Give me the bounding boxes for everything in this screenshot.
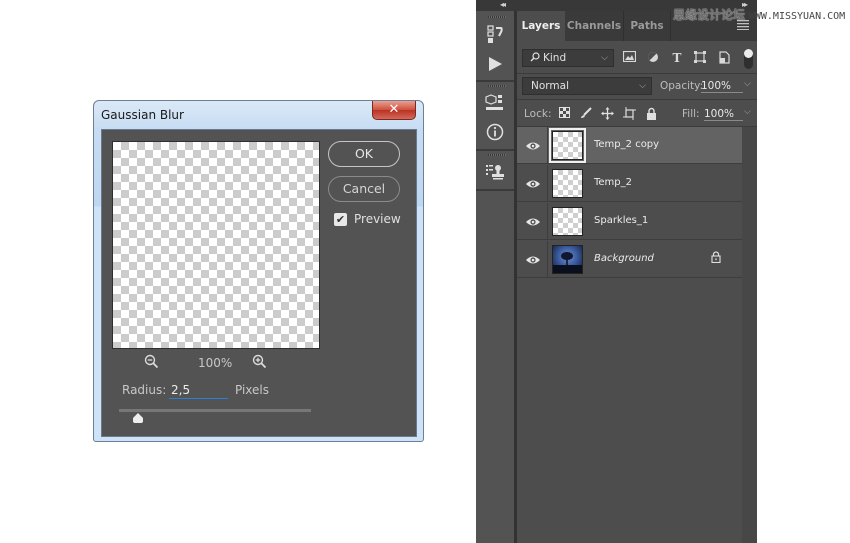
radius-label: Radius:	[122, 383, 167, 397]
divider	[517, 73, 757, 74]
shape-layer-filter-icon[interactable]	[691, 51, 709, 66]
lock-artboard-icon[interactable]	[621, 107, 637, 123]
chevron-down-icon: ⌵	[601, 53, 608, 63]
eye-icon[interactable]	[525, 214, 541, 228]
watermark-url: WWW.MISSYUAN.COM	[748, 11, 846, 22]
blend-mode-dropdown[interactable]: Normal ⌵	[522, 77, 652, 95]
cancel-button[interactable]: Cancel	[328, 176, 400, 202]
zoom-level: 100%	[198, 356, 233, 370]
layer-row[interactable]: Sparkles_1	[517, 203, 742, 240]
layers-scrollbar[interactable]	[742, 127, 757, 543]
layer-name: Temp_2	[594, 177, 633, 188]
preview-label[interactable]: Preview	[354, 212, 401, 226]
type-layer-filter-icon[interactable]: T	[668, 51, 686, 65]
collapse-left-icon[interactable]: ◂◂	[500, 0, 506, 9]
actions-play-icon[interactable]	[476, 56, 514, 76]
ok-button[interactable]: OK	[328, 141, 400, 167]
checkmark-icon: ✔	[335, 213, 346, 226]
zoom-in-icon[interactable]	[252, 354, 267, 373]
layers-list: Temp_2 copy Temp_2 Sparkles_1 Background	[517, 127, 757, 287]
lock-icon[interactable]	[711, 251, 721, 266]
watermark-chinese: 思缘设计论坛	[673, 8, 746, 22]
tab-layers[interactable]: Layers	[517, 11, 565, 41]
tab-channels[interactable]: Channels	[565, 11, 623, 41]
grip-handle[interactable]	[488, 85, 506, 87]
layer-name: Temp_2 copy	[594, 139, 660, 150]
opacity-label: Opacity:	[660, 80, 704, 92]
radius-slider-track[interactable]	[119, 409, 311, 412]
close-button[interactable]: ✕	[372, 101, 416, 120]
lock-transparent-pixels-icon[interactable]	[556, 107, 572, 121]
opacity-chevron-icon[interactable]: ⌵	[744, 79, 751, 89]
close-icon: ✕	[388, 102, 400, 117]
smart-object-filter-icon[interactable]	[715, 51, 733, 67]
eye-column-divider	[547, 127, 548, 164]
fill-chevron-icon[interactable]: ⌵	[744, 107, 751, 117]
watermark: 思缘设计论坛 WWW.MISSYUAN.COM	[673, 6, 845, 23]
radius-input[interactable]	[169, 381, 228, 399]
zoom-out-icon[interactable]	[144, 354, 159, 373]
preview-canvas[interactable]	[112, 141, 320, 349]
search-icon	[530, 50, 540, 66]
filter-kind-label: Kind	[543, 52, 567, 64]
layer-row[interactable]: Background	[517, 241, 742, 278]
lock-position-icon[interactable]	[599, 107, 615, 123]
lock-label: Lock:	[524, 108, 552, 120]
eye-column-divider	[547, 165, 548, 202]
grip-handle[interactable]	[488, 154, 506, 156]
iconbar-divider	[476, 189, 514, 191]
eye-icon[interactable]	[525, 138, 541, 152]
eye-icon[interactable]	[525, 252, 541, 266]
layer-filter-dropdown[interactable]: Kind ⌵	[522, 49, 614, 67]
lock-image-pixels-icon[interactable]	[578, 107, 594, 122]
adjustment-layer-filter-icon[interactable]	[644, 51, 662, 66]
layer-thumbnail	[552, 207, 583, 236]
photoshop-panel-dock: ◂◂ ▸▸ Layers Channels Paths Kind ⌵ T Nor…	[476, 0, 757, 543]
layer-row[interactable]: Temp_2 copy	[517, 127, 742, 164]
divider	[517, 99, 757, 100]
layers-panel: Layers Channels Paths Kind ⌵ T Normal ⌵ …	[517, 11, 757, 543]
clone-source-icon[interactable]	[476, 163, 514, 185]
layer-thumbnail	[552, 245, 583, 274]
iconbar-divider	[476, 149, 514, 151]
blend-mode-value: Normal	[531, 80, 569, 92]
grip-handle[interactable]	[488, 16, 506, 18]
layer-thumbnail	[549, 128, 586, 163]
preview-checkbox[interactable]: ✔	[334, 213, 347, 226]
layer-thumbnail	[552, 169, 583, 198]
layer-name: Background	[594, 253, 654, 264]
info-icon[interactable]	[476, 123, 514, 145]
panel-icon-bar	[476, 11, 517, 543]
dialog-title: Gaussian Blur	[101, 108, 184, 122]
units-label: Pixels	[235, 383, 270, 397]
eye-icon[interactable]	[525, 176, 541, 190]
eye-column-divider	[547, 241, 548, 278]
gaussian-blur-dialog: Gaussian Blur ✕ 100% OK Cancel ✔ Preview…	[93, 100, 424, 442]
eye-column-divider	[547, 203, 548, 240]
lock-all-icon[interactable]	[643, 107, 659, 123]
dialog-body: 100% OK Cancel ✔ Preview Radius: Pixels	[101, 129, 417, 437]
fill-label: Fill:	[682, 108, 700, 120]
3d-icon[interactable]	[476, 94, 514, 116]
filter-toggle-switch[interactable]	[744, 49, 753, 69]
chevron-down-icon: ⌵	[639, 81, 646, 91]
history-icon[interactable]	[476, 25, 514, 49]
layer-name: Sparkles_1	[594, 215, 649, 226]
pixel-layer-filter-icon[interactable]	[620, 50, 638, 65]
tab-paths[interactable]: Paths	[623, 11, 671, 41]
iconbar-divider	[476, 80, 514, 82]
fill-input[interactable]: 100%	[704, 108, 743, 121]
opacity-input[interactable]: 100%	[701, 80, 743, 93]
layer-row[interactable]: Temp_2	[517, 165, 742, 202]
